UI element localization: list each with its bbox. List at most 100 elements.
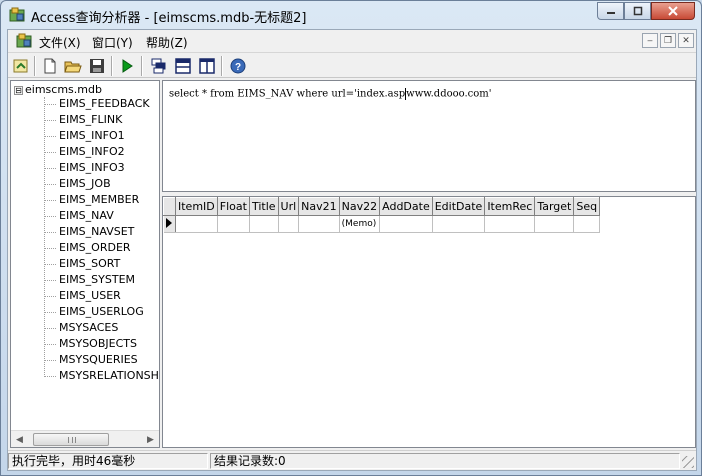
child-close-button[interactable]: ✕	[678, 33, 694, 48]
layout-horizontal-icon[interactable]	[174, 57, 192, 75]
row-selector[interactable]	[163, 215, 176, 233]
toolbar-separator	[141, 56, 143, 76]
help-icon[interactable]: ?	[229, 57, 247, 75]
current-row-pointer-icon	[165, 217, 172, 228]
tree-item-table[interactable]: EIMS_FEEDBACK	[44, 97, 150, 113]
tree-item-table[interactable]: EIMS_USER	[44, 289, 121, 305]
status-execution-time: 执行完毕，用时46毫秒	[8, 453, 208, 469]
app-window: Access查询分析器 - [eimscms.mdb-无标题2] 文件(X) 窗…	[0, 0, 702, 476]
tree-item-table[interactable]: EIMS_SYSTEM	[44, 273, 135, 289]
tree-item-table[interactable]: EIMS_ORDER	[44, 241, 131, 257]
run-icon[interactable]	[118, 57, 136, 75]
status-record-count: 结果记录数:0	[210, 453, 680, 469]
column-header[interactable]: Title	[248, 197, 279, 216]
table-cell[interactable]	[298, 215, 340, 233]
column-header[interactable]: Nav21	[298, 197, 340, 216]
table-cell[interactable]	[217, 215, 250, 233]
close-icon: ✕	[682, 35, 690, 46]
table-cell[interactable]	[573, 215, 601, 233]
tree-item-table[interactable]: EIMS_INFO3	[44, 161, 125, 177]
column-header[interactable]: Url	[277, 197, 300, 216]
sql-editor[interactable]: select * from EIMS_NAV where url='index.…	[162, 80, 696, 192]
table-cell[interactable]	[484, 215, 536, 233]
close-button[interactable]	[651, 2, 695, 20]
table-row[interactable]: (Memo)	[163, 215, 601, 233]
column-header[interactable]: ItemRec	[484, 197, 536, 216]
table-cell[interactable]: (Memo)	[339, 215, 381, 233]
table-cell[interactable]	[175, 215, 218, 233]
results-grid[interactable]: ItemID Float Title Url Nav21 Nav22 AddDa…	[162, 196, 696, 448]
resize-grip-icon[interactable]	[682, 456, 694, 468]
window-title: Access查询分析器 - [eimscms.mdb-无标题2]	[31, 11, 307, 26]
app-icon	[9, 7, 25, 22]
toolbar: ?	[8, 52, 696, 78]
toolbar-separator	[34, 56, 36, 76]
layout-tile-icon[interactable]	[150, 57, 168, 75]
save-icon[interactable]	[88, 57, 106, 75]
minimize-button[interactable]	[597, 2, 624, 20]
tree-item-table[interactable]: EIMS_SORT	[44, 257, 120, 273]
child-restore-button[interactable]: ❐	[660, 33, 676, 48]
status-bar: 执行完毕，用时46毫秒 结果记录数:0	[8, 450, 696, 470]
table-tree[interactable]: ⊟ eimscms.mdb EIMS_FEEDBACK EIMS_FLINK E…	[10, 80, 160, 448]
maximize-button[interactable]	[624, 2, 651, 20]
column-header[interactable]: ItemID	[175, 197, 218, 216]
chevron-left-icon: ◀	[16, 434, 23, 445]
table-cell[interactable]	[432, 215, 486, 233]
tree-item-table[interactable]: EIMS_USERLOG	[44, 305, 144, 321]
maximize-icon	[633, 6, 642, 16]
svg-text:?: ?	[235, 62, 241, 73]
column-header[interactable]: Nav22	[338, 197, 381, 216]
title-bar[interactable]: Access查询分析器 - [eimscms.mdb-无标题2]	[1, 1, 701, 29]
results-header-row: ItemID Float Title Url Nav21 Nav22 AddDa…	[163, 197, 601, 216]
results-table: ItemID Float Title Url Nav21 Nav22 AddDa…	[163, 197, 601, 233]
close-icon	[668, 6, 678, 16]
tree-item-table[interactable]: EIMS_FLINK	[44, 113, 122, 129]
column-header[interactable]: Seq	[573, 197, 601, 216]
open-icon[interactable]	[64, 57, 82, 75]
grip-icon	[68, 437, 76, 443]
table-cell[interactable]	[534, 215, 575, 233]
table-cell[interactable]	[379, 215, 433, 233]
grid-corner[interactable]	[163, 197, 176, 216]
tree-horizontal-scrollbar[interactable]: ◀ ▶	[11, 430, 159, 447]
minimize-icon: ‒	[647, 35, 653, 46]
tree-item-table[interactable]: MSYSOBJECTS	[44, 337, 137, 353]
menu-bar: 文件(X) 窗口(Y) 帮助(Z) ‒ ❐ ✕	[8, 30, 696, 52]
tree-item-table[interactable]: EIMS_MEMBER	[44, 193, 139, 209]
tree-item-table[interactable]: EIMS_JOB	[44, 177, 111, 193]
column-header[interactable]: EditDate	[431, 197, 486, 216]
tree-collapse-toggle[interactable]: ⊟	[14, 86, 23, 95]
restore-icon: ❐	[663, 35, 673, 46]
column-header[interactable]: Target	[534, 197, 575, 216]
tree-item-table[interactable]: MSYSACES	[44, 321, 118, 337]
tree-root-database[interactable]: eimscms.mdb	[25, 83, 102, 96]
scroll-thumb[interactable]	[33, 433, 109, 446]
toolbar-separator	[111, 56, 113, 76]
menu-file[interactable]: 文件(X)	[39, 34, 81, 51]
toolbar-separator	[221, 56, 223, 76]
tree-item-table[interactable]: EIMS_NAVSET	[44, 225, 134, 241]
connect-icon[interactable]	[12, 57, 30, 75]
tree-item-table[interactable]: MSYSQUERIES	[44, 353, 138, 369]
tree-item-table[interactable]: EIMS_NAV	[44, 209, 114, 225]
table-cell[interactable]	[278, 215, 300, 233]
tree-item-table[interactable]: MSYSRELATIONSHI	[44, 369, 159, 385]
layout-vertical-icon[interactable]	[198, 57, 216, 75]
tree-item-table[interactable]: EIMS_INFO1	[44, 129, 125, 145]
scroll-right-button[interactable]: ▶	[142, 431, 159, 447]
menu-window[interactable]: 窗口(Y)	[92, 34, 133, 51]
sql-text: select * from EIMS_NAV where url='index.…	[169, 88, 492, 100]
chevron-right-icon: ▶	[147, 434, 154, 445]
child-minimize-button[interactable]: ‒	[642, 33, 658, 48]
table-cell[interactable]	[249, 215, 279, 233]
column-header[interactable]: Float	[216, 197, 250, 216]
column-header[interactable]: AddDate	[379, 197, 433, 216]
menu-help[interactable]: 帮助(Z)	[146, 34, 188, 51]
minimize-icon	[606, 12, 615, 14]
scroll-left-button[interactable]: ◀	[11, 431, 28, 447]
document-icon[interactable]	[16, 33, 32, 49]
mdi-client: 文件(X) 窗口(Y) 帮助(Z) ‒ ❐ ✕ ? ⊟ eimscms.mdb …	[7, 29, 697, 471]
new-icon[interactable]	[41, 57, 59, 75]
tree-item-table[interactable]: EIMS_INFO2	[44, 145, 125, 161]
